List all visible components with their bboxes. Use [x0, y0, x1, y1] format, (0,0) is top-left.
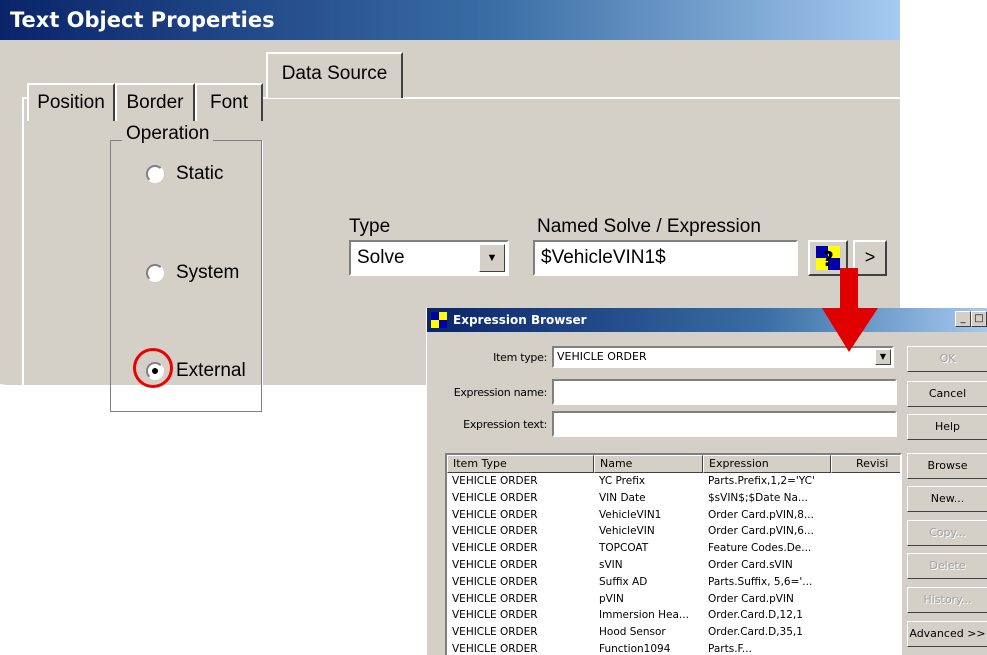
expression-list[interactable]: Item Type Name Expression Revisi VEHICLE… [445, 453, 902, 655]
cell-item-type: VEHICLE ORDER [452, 560, 538, 571]
highlight-circle [133, 348, 173, 388]
tab-position[interactable]: Position [27, 83, 115, 121]
table-row[interactable]: VEHICLE ORDER VIN Date $sVIN$;$Date Na... [447, 492, 900, 504]
cell-item-type: VEHICLE ORDER [452, 644, 538, 655]
type-select[interactable]: Solve ▼ [349, 240, 509, 276]
table-row[interactable]: VEHICLE ORDER sVIN Order Card.sVIN [447, 560, 900, 571]
column-header-name[interactable]: Name [594, 455, 703, 473]
radio-system-label: System [176, 262, 240, 283]
table-row[interactable]: VEHICLE ORDER VehicleVIN Order Card.pVIN,6… [447, 526, 900, 538]
copy-button[interactable]: Copy... [907, 520, 987, 546]
dialog-title: Text Object Properties [0, 0, 900, 40]
cell-name: VehicleVIN1 [599, 509, 662, 521]
expression-name-label: Expression name: [453, 386, 548, 399]
column-header-item-type[interactable]: Item Type [447, 455, 594, 473]
cell-expression: $sVIN$;$Date Na... [708, 492, 808, 504]
radio-static[interactable]: Static [146, 163, 224, 185]
expression-label: Named Solve / Expression [537, 216, 761, 237]
new-button[interactable]: New... [907, 486, 987, 512]
cell-expression: Order.Card.D,12,1 [708, 610, 803, 622]
table-row[interactable]: VEHICLE ORDER Suffix AD Parts.Suffix, 5,6=… [447, 576, 900, 588]
cell-item-type: VEHICLE ORDER [452, 593, 538, 605]
cell-name: sVIN [599, 560, 623, 571]
table-row[interactable]: VEHICLE ORDER VehicleVIN1 Order Card.pVIN,… [447, 509, 900, 521]
cell-name: VIN Date [599, 492, 646, 504]
cell-name: YC Prefix [599, 476, 646, 487]
cell-name: VehicleVIN [599, 526, 655, 538]
cell-expression: Order Card.pVIN,6... [708, 526, 814, 538]
cell-name: TOPCOAT [599, 543, 649, 555]
minimize-button[interactable]: _ [955, 311, 971, 327]
cell-item-type: VEHICLE ORDER [452, 476, 538, 487]
cell-name: pVIN [599, 593, 624, 605]
tab-data-source[interactable]: Data Source [266, 52, 403, 98]
table-row[interactable]: VEHICLE ORDER pVIN Order Card.pVIN [447, 593, 900, 605]
expression-browser-icon [431, 312, 447, 328]
radio-system-indicator[interactable] [146, 264, 164, 282]
cancel-button[interactable]: Cancel [907, 381, 987, 407]
tab-border[interactable]: Border [115, 83, 195, 121]
cell-item-type: VEHICLE ORDER [452, 576, 538, 588]
cell-expression: Order Card.pVIN [708, 593, 794, 605]
radio-system[interactable]: System [146, 262, 239, 284]
cell-item-type: VEHICLE ORDER [452, 543, 538, 555]
table-row[interactable]: VEHICLE ORDER YC Prefix Parts.Prefix,1,2='… [447, 476, 900, 487]
expression-text-label: Expression text: [463, 418, 547, 431]
cell-item-type: VEHICLE ORDER [452, 627, 538, 639]
delete-button[interactable]: Delete [907, 553, 987, 579]
table-row[interactable]: VEHICLE ORDER Hood Sensor Order.Card.D,35,… [447, 627, 900, 639]
column-header-revision[interactable]: Revisi [831, 455, 900, 473]
red-arrow-annotation [822, 268, 878, 352]
tab-font[interactable]: Font [195, 83, 263, 121]
table-row[interactable]: VEHICLE ORDER TOPCOAT Feature Codes.De... [447, 543, 900, 555]
cell-expression: Order Card.sVIN [708, 560, 793, 571]
expression-text-field[interactable] [552, 411, 897, 437]
cell-expression: Order Card.pVIN,8... [708, 509, 814, 521]
help-button[interactable]: Help [907, 414, 987, 440]
item-type-label: Item type: [493, 351, 547, 364]
cell-expression: Parts.Suffix, 5,6='... [708, 576, 813, 588]
cell-item-type: VEHICLE ORDER [452, 509, 538, 521]
chevron-down-icon[interactable]: ▼ [479, 244, 505, 272]
cell-item-type: VEHICLE ORDER [452, 526, 538, 538]
expression-input[interactable]: $VehicleVIN1$ [533, 240, 798, 276]
cell-item-type: VEHICLE ORDER [452, 492, 538, 504]
radio-static-indicator[interactable] [146, 165, 164, 183]
table-row[interactable]: VEHICLE ORDER Immersion Hea... Order.Card.… [447, 610, 900, 622]
cell-item-type: VEHICLE ORDER [452, 610, 538, 622]
operation-legend: Operation [122, 123, 214, 145]
cell-name: Suffix AD [599, 576, 648, 588]
table-row[interactable]: VEHICLE ORDER Function1094 Parts.F... [447, 644, 900, 655]
ok-button[interactable]: OK [907, 346, 987, 372]
maximize-button[interactable]: □ [971, 311, 987, 327]
cell-expression: Parts.F... [708, 644, 752, 655]
type-select-value: Solve [357, 247, 405, 268]
expression-browser-window: Expression Browser _ □ Item type: VEHICL… [426, 308, 987, 655]
expression-list-header: Item Type Name Expression Revisi [447, 455, 900, 473]
browse-button[interactable]: Browse [907, 453, 987, 479]
advanced-button[interactable]: Advanced >> [907, 621, 987, 647]
cell-expression: Feature Codes.De... [708, 543, 812, 555]
radio-external-label: External [176, 360, 246, 381]
cell-name: Immersion Hea... [599, 610, 689, 622]
cell-name: Hood Sensor [599, 627, 666, 639]
expression-browser-title: Expression Browser [427, 308, 987, 332]
type-label: Type [349, 216, 391, 237]
column-header-expression[interactable]: Expression [703, 455, 831, 473]
cell-expression: Parts.Prefix,1,2='YC' [708, 476, 815, 487]
history-button[interactable]: History... [907, 587, 987, 613]
cell-expression: Order.Card.D,35,1 [708, 627, 803, 639]
cell-name: Function1094 [599, 644, 671, 655]
item-type-value: VEHICLE ORDER [557, 350, 647, 363]
radio-static-label: Static [176, 163, 224, 184]
expression-name-field[interactable] [552, 379, 897, 405]
